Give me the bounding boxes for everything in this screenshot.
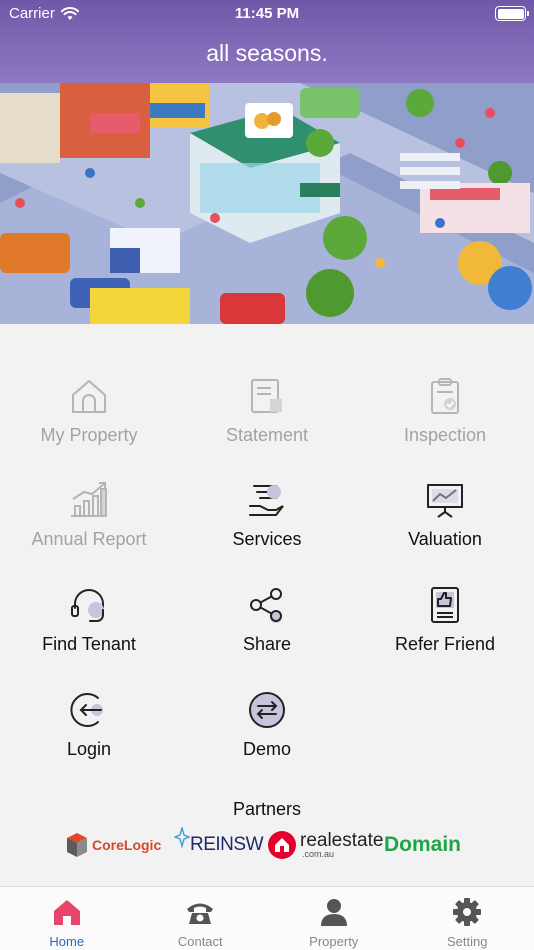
battery-icon bbox=[495, 6, 529, 21]
menu-item-label: Login bbox=[66, 739, 112, 759]
gear-icon bbox=[453, 898, 482, 926]
swap-icon bbox=[249, 692, 285, 728]
partners-title: Partners bbox=[232, 799, 302, 819]
menu-item-demo[interactable]: Demo bbox=[178, 689, 356, 779]
status-time: 11:45 PM bbox=[234, 5, 300, 22]
home-icon bbox=[53, 900, 80, 925]
menu-item-label: Refer Friend bbox=[394, 634, 496, 654]
tab-setting[interactable]: Setting bbox=[401, 887, 534, 950]
house-icon bbox=[72, 380, 106, 413]
menu-item-label: Statement bbox=[225, 425, 309, 445]
hero-city-illustration bbox=[0, 83, 534, 324]
thumbs-up-icon bbox=[431, 587, 459, 623]
menu-item-refer-friend[interactable]: Refer Friend bbox=[356, 584, 534, 674]
menu-item-label: Services bbox=[232, 529, 302, 549]
reinsw-logo: REINSW bbox=[174, 823, 264, 867]
menu-item-label: Annual Report bbox=[31, 529, 147, 549]
menu-item-valuation[interactable]: Valuation bbox=[356, 479, 534, 569]
tab-bar: Home Contact Property Setting bbox=[0, 886, 534, 950]
realestate-logo: realestate .com.au bbox=[267, 823, 383, 867]
domain-logo: Domain bbox=[384, 833, 462, 856]
share-icon bbox=[250, 588, 282, 623]
app-title: all seasons. bbox=[206, 40, 328, 66]
bar-chart-icon bbox=[71, 482, 107, 517]
login-icon bbox=[70, 693, 103, 727]
presentation-chart-icon bbox=[427, 484, 463, 518]
menu-item-label: My Property bbox=[40, 425, 138, 445]
menu-item-my-property[interactable]: My Property bbox=[0, 375, 178, 465]
menu-item-label: Inspection bbox=[403, 425, 487, 445]
clipboard-check-icon bbox=[431, 378, 459, 414]
service-hand-icon bbox=[249, 485, 284, 516]
menu-item-inspection[interactable]: Inspection bbox=[356, 375, 534, 465]
menu-item-share[interactable]: Share bbox=[178, 584, 356, 674]
menu-item-find-tenant[interactable]: Find Tenant bbox=[0, 584, 178, 674]
partners-logos: CoreLogic REINSW realestate .com.au Doma… bbox=[0, 823, 534, 867]
tab-home[interactable]: Home bbox=[0, 887, 134, 950]
phone-icon bbox=[187, 903, 214, 924]
app-header: Carrier 11:45 PM all seasons. bbox=[0, 0, 534, 83]
menu-item-login[interactable]: Login bbox=[0, 689, 178, 779]
menu-item-annual-report[interactable]: Annual Report bbox=[0, 479, 178, 569]
person-icon bbox=[320, 899, 347, 926]
menu-item-label: Valuation bbox=[408, 529, 482, 549]
status-bar: Carrier 11:45 PM bbox=[0, 0, 534, 28]
menu-item-label: Demo bbox=[242, 739, 291, 759]
menu-item-services[interactable]: Services bbox=[178, 479, 356, 569]
menu-item-label: Share bbox=[242, 634, 292, 654]
corelogic-logo: CoreLogic bbox=[64, 823, 161, 867]
tab-property[interactable]: Property bbox=[267, 887, 401, 950]
document-icon bbox=[251, 379, 282, 413]
headset-icon bbox=[71, 589, 104, 622]
menu-item-label: Find Tenant bbox=[42, 634, 136, 654]
menu-item-statement[interactable]: Statement bbox=[178, 375, 356, 465]
tab-contact[interactable]: Contact bbox=[134, 887, 268, 950]
